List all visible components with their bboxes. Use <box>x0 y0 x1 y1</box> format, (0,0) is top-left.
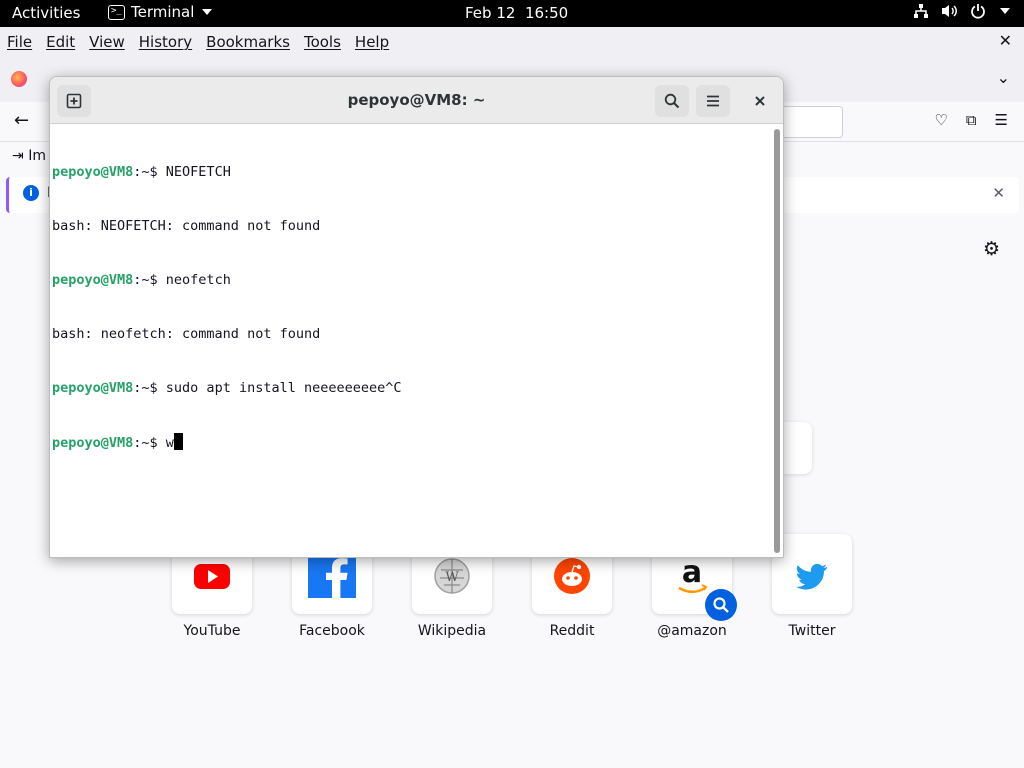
tile-label: Twitter <box>788 623 836 639</box>
terminal-line: pepoyo@VM8:~$ NEOFETCH <box>52 163 402 181</box>
search-button[interactable] <box>655 85 689 117</box>
info-icon: i <box>23 185 39 201</box>
firefox-menubar: File Edit View History Bookmarks Tools H… <box>0 27 1024 58</box>
tile-label: Wikipedia <box>417 623 487 639</box>
menu-history[interactable]: History <box>139 33 192 51</box>
tile-label: @amazon <box>657 623 727 639</box>
twitter-icon <box>796 563 827 590</box>
terminal-app-icon: >_ <box>108 4 125 20</box>
menu-file[interactable]: File <box>7 33 32 51</box>
card-edge <box>784 422 812 474</box>
tile-label: YouTube <box>183 623 241 639</box>
command-text: NEOFETCH <box>165 164 231 180</box>
close-icon[interactable]: ✕ <box>999 31 1012 50</box>
youtube-icon <box>194 564 230 589</box>
tile-label: Reddit <box>549 623 595 639</box>
terminal-line: bash: neofetch: command not found <box>52 325 402 343</box>
prompt-suffix: :~$ <box>133 272 166 288</box>
wikipedia-icon: W <box>434 558 470 594</box>
import-bookmarks-label: Im <box>28 148 46 164</box>
toolbar-icons: ♡ ⧉ ☰ <box>934 111 1008 129</box>
command-text: sudo apt install neeeeeeeee^C <box>165 380 402 396</box>
app-menu[interactable]: >_ Terminal <box>108 3 213 21</box>
hamburger-menu-icon[interactable]: ☰ <box>995 111 1008 129</box>
gnome-top-bar: Activities >_ Terminal Feb 12 16:50 <box>0 0 1024 27</box>
gear-icon[interactable]: ⚙ <box>983 238 1000 260</box>
svg-text:a: a <box>682 556 702 590</box>
terminal-output: pepoyo@VM8:~$ NEOFETCH bash: NEOFETCH: c… <box>52 127 402 488</box>
terminal-line: bash: NEOFETCH: command not found <box>52 217 402 235</box>
back-arrow-icon[interactable]: ← <box>14 110 29 131</box>
command-text: neofetch <box>165 272 231 288</box>
hamburger-menu-icon <box>707 95 719 107</box>
import-bookmarks-item[interactable]: ⇥ Im <box>12 148 46 164</box>
extensions-icon[interactable]: ⧉ <box>966 111 977 129</box>
clock-date: Feb 12 <box>465 4 516 22</box>
volume-icon <box>942 5 957 17</box>
output-text: bash: NEOFETCH: command not found <box>52 218 321 234</box>
firefox-logo-icon <box>11 71 27 87</box>
menu-tools[interactable]: Tools <box>304 33 341 51</box>
terminal-content[interactable]: pepoyo@VM8:~$ NEOFETCH bash: NEOFETCH: c… <box>50 125 783 557</box>
terminal-line: pepoyo@VM8:~$ w <box>52 433 402 452</box>
menu-edit[interactable]: Edit <box>46 33 75 51</box>
tile-box <box>772 534 852 614</box>
search-shortcut-badge <box>705 589 737 621</box>
reddit-icon <box>554 558 590 594</box>
menu-help[interactable]: Help <box>355 33 389 51</box>
menu-view[interactable]: View <box>89 33 125 51</box>
menu-list: File Edit View History Bookmarks Tools H… <box>7 33 389 51</box>
power-icon <box>971 4 985 19</box>
prompt-user: pepoyo@VM8 <box>52 272 134 288</box>
prompt-suffix: :~$ <box>133 164 166 180</box>
clock[interactable]: Feb 12 16:50 <box>465 4 568 22</box>
shortcut-twitter[interactable]: Twitter <box>772 534 852 639</box>
close-icon[interactable]: ✕ <box>992 184 1005 202</box>
svg-text:W: W <box>445 570 459 585</box>
prompt-suffix: :~$ <box>133 435 166 451</box>
system-tray[interactable] <box>913 3 1010 19</box>
menu-button[interactable] <box>696 85 730 117</box>
output-text: bash: neofetch: command not found <box>52 326 321 342</box>
prompt-user: pepoyo@VM8 <box>52 164 134 180</box>
close-icon <box>755 96 765 106</box>
chevron-down-icon <box>202 9 213 15</box>
app-menu-label: Terminal <box>131 3 195 21</box>
activities-button[interactable]: Activities <box>12 4 80 22</box>
command-input-text[interactable]: w <box>166 435 174 451</box>
search-icon <box>713 597 729 613</box>
clock-time: 16:50 <box>524 4 569 22</box>
network-icon <box>914 4 928 18</box>
text-cursor <box>173 433 183 450</box>
chevron-down-icon[interactable]: ⌄ <box>997 68 1010 87</box>
terminal-window[interactable]: pepoyo@VM8: ~ pepoyo@VM8:~$ NEOFETCH bas… <box>49 76 784 558</box>
menu-bookmarks[interactable]: Bookmarks <box>206 33 290 51</box>
pocket-icon[interactable]: ♡ <box>934 111 947 129</box>
chevron-down-icon <box>1000 8 1010 14</box>
terminal-line: pepoyo@VM8:~$ sudo apt install neeeeeeee… <box>52 379 402 397</box>
terminal-header-bar[interactable]: pepoyo@VM8: ~ <box>50 77 783 124</box>
tile-label: Facebook <box>299 623 365 639</box>
search-icon <box>664 93 680 109</box>
prompt-suffix: :~$ <box>133 380 166 396</box>
close-button[interactable] <box>744 85 776 117</box>
scrollbar[interactable] <box>774 129 780 553</box>
prompt-user: pepoyo@VM8 <box>52 380 134 396</box>
prompt-user: pepoyo@VM8 <box>52 435 134 451</box>
terminal-line: pepoyo@VM8:~$ neofetch <box>52 271 402 289</box>
